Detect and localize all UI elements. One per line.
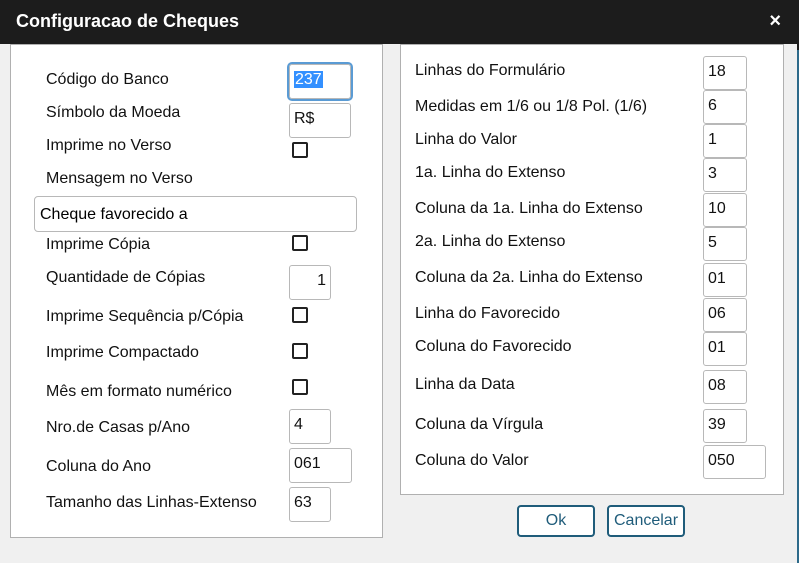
verso-checkbox[interactable] [292, 142, 308, 158]
qtd-copias-input[interactable]: 1 [289, 265, 331, 300]
casas-ano-label: Nro.de Casas p/Ano [46, 419, 191, 436]
linha1-ext-input[interactable]: 3 [703, 158, 747, 192]
coluna-ano-label: Coluna do Ano [46, 458, 151, 475]
linha1-ext-label: 1a. Linha do Extenso [415, 164, 566, 181]
linhas-form-label: Linhas do Formulário [415, 62, 566, 79]
compactado-label: Imprime Compactado [46, 344, 199, 361]
linha-fav-input[interactable]: 06 [703, 298, 747, 332]
col1-ext-label: Coluna da 1a. Linha do Extenso [415, 200, 643, 217]
col1-ext-input[interactable]: 10 [703, 193, 747, 227]
col-virgula-input[interactable]: 39 [703, 409, 747, 443]
msg-verso-label: Mensagem no Verso [46, 170, 193, 187]
banco-label: Código do Banco [46, 71, 169, 88]
linha-valor-input[interactable]: 1 [703, 124, 747, 158]
col-valor-label: Coluna do Valor [415, 452, 529, 469]
copia-label: Imprime Cópia [46, 236, 151, 253]
ok-button[interactable]: Ok [517, 505, 595, 537]
medidas-label: Medidas em 1/6 ou 1/8 Pol. (1/6) [415, 98, 648, 115]
linha-data-input[interactable]: 08 [703, 370, 747, 404]
close-icon[interactable]: × [769, 10, 781, 33]
window-title: Configuracao de Cheques [16, 11, 240, 31]
col2-ext-input[interactable]: 01 [703, 263, 747, 297]
title-bar: Configuracao de Cheques × [0, 0, 797, 44]
mes-label: Mês em formato numérico [46, 383, 232, 400]
col2-ext-label: Coluna da 2a. Linha do Extenso [415, 269, 643, 286]
compactado-checkbox[interactable] [292, 343, 308, 359]
banco-input[interactable]: 237 [287, 62, 353, 101]
copia-checkbox[interactable] [292, 235, 308, 251]
medidas-input[interactable]: 6 [703, 90, 747, 124]
coluna-ano-input[interactable]: 061 [289, 448, 352, 483]
col-fav-label: Coluna do Favorecido [415, 338, 572, 355]
casas-ano-input[interactable]: 4 [289, 409, 331, 444]
cancel-button[interactable]: Cancelar [607, 505, 685, 537]
col-virgula-label: Coluna da Vírgula [415, 416, 544, 433]
linha2-ext-input[interactable]: 5 [703, 227, 747, 261]
moeda-label: Símbolo da Moeda [46, 104, 181, 121]
linha-fav-label: Linha do Favorecido [415, 305, 560, 322]
banco-value: 237 [294, 71, 323, 88]
linha-data-label: Linha da Data [415, 376, 515, 393]
verso-label: Imprime no Verso [46, 137, 172, 154]
qtd-copias-label: Quantidade de Cópias [46, 269, 206, 286]
sequencia-checkbox[interactable] [292, 307, 308, 323]
sequencia-label: Imprime Sequência p/Cópia [46, 308, 244, 325]
col-valor-input[interactable]: 050 [703, 445, 766, 479]
tamanho-label: Tamanho das Linhas-Extenso [46, 494, 257, 511]
msg-verso-input[interactable]: Cheque favorecido a [34, 196, 357, 232]
tamanho-input[interactable]: 63 [289, 487, 331, 522]
linhas-form-input[interactable]: 18 [703, 56, 747, 90]
moeda-input[interactable]: R$ [289, 103, 351, 138]
linha-valor-label: Linha do Valor [415, 131, 517, 148]
col-fav-input[interactable]: 01 [703, 332, 747, 366]
mes-checkbox[interactable] [292, 379, 308, 395]
linha2-ext-label: 2a. Linha do Extenso [415, 233, 566, 250]
